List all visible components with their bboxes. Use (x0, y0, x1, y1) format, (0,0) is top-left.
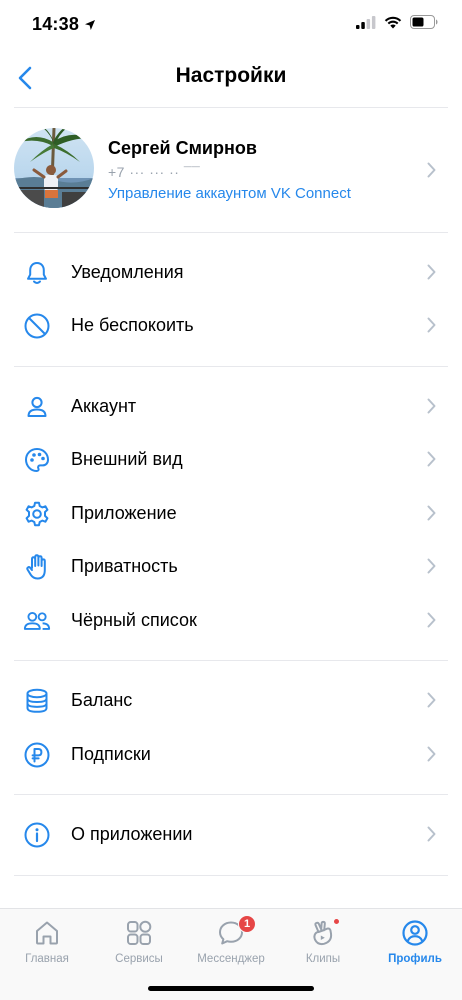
menu-item-blacklist[interactable]: Чёрный список (0, 594, 462, 647)
wifi-icon (384, 16, 402, 28)
clips-icon (277, 919, 369, 949)
chevron-right-icon (427, 558, 436, 574)
profile-circle-icon (369, 919, 461, 949)
chevron-right-icon (427, 317, 436, 333)
info-icon (23, 821, 51, 849)
chevron-right-icon (427, 162, 436, 178)
avatar (14, 128, 94, 208)
services-grid-icon (93, 919, 185, 949)
menu-item-label: Внешний вид (71, 449, 183, 469)
section-divider (14, 660, 448, 661)
users-icon (23, 607, 51, 635)
tab-profile[interactable]: Профиль (369, 915, 461, 971)
tab-label: Главная (25, 953, 69, 965)
status-time-text: 14:38 (32, 14, 80, 34)
tab-label: Мессенджер (197, 953, 265, 965)
menu-item-label: О приложении (71, 824, 193, 844)
tab-messenger[interactable]: 1 Мессенджер (185, 915, 277, 971)
block-icon (23, 312, 51, 340)
coins-stack-icon (23, 687, 51, 715)
ruble-circle-icon (23, 741, 51, 769)
chevron-right-icon (427, 746, 436, 762)
tab-label: Сервисы (115, 953, 163, 965)
menu-item-label: Приватность (71, 556, 178, 576)
chevron-right-icon (427, 264, 436, 280)
menu-item-label: Уведомления (71, 262, 184, 282)
chevron-right-icon (427, 692, 436, 708)
hand-icon (23, 553, 51, 581)
location-arrow-icon (85, 19, 96, 30)
menu-item-about[interactable]: О приложении (0, 808, 462, 861)
tab-home[interactable]: Главная (1, 915, 93, 971)
profile-phone: +7 ··· ··· ·· ¯¯ (108, 164, 201, 180)
menu-item-label: Аккаунт (71, 396, 137, 416)
menu-item-balance[interactable]: Баланс (0, 674, 462, 727)
menu-item-account[interactable]: Аккаунт (0, 380, 462, 433)
menu-item-label: Приложение (71, 503, 177, 523)
menu-item-app[interactable]: Приложение (0, 487, 462, 540)
profile-card[interactable]: Сергей Смирнов +7 ··· ··· ·· ¯¯ Управлен… (0, 108, 462, 232)
home-indicator (148, 986, 314, 991)
menu-item-notifications[interactable]: Уведомления (0, 246, 462, 299)
gear-icon (23, 500, 51, 528)
chevron-right-icon (427, 451, 436, 467)
unread-badge: 1 (238, 915, 256, 933)
chevron-right-icon (427, 398, 436, 414)
tab-services[interactable]: Сервисы (93, 915, 185, 971)
status-indicators (356, 15, 438, 29)
menu-item-subscriptions[interactable]: Подписки (0, 728, 462, 781)
palette-icon (23, 446, 51, 474)
menu-item-label: Баланс (71, 690, 133, 710)
menu-item-do-not-disturb[interactable]: Не беспокоить (0, 299, 462, 352)
vk-connect-link[interactable]: Управление аккаунтом VK Connect (108, 185, 351, 202)
section-divider (14, 366, 448, 367)
tab-clips[interactable]: Клипы (277, 915, 369, 971)
section-divider (14, 875, 448, 876)
nav-bar: Настройки (0, 50, 462, 106)
status-bar: 14:38 (0, 0, 462, 50)
tab-label: Профиль (388, 953, 442, 965)
menu-item-appearance[interactable]: Внешний вид (0, 433, 462, 486)
menu-item-privacy[interactable]: Приватность (0, 540, 462, 593)
chevron-right-icon (427, 826, 436, 842)
user-icon (23, 393, 51, 421)
new-clips-dot (333, 918, 340, 925)
cellular-signal-icon (356, 15, 376, 29)
profile-name: Сергей Смирнов (108, 138, 257, 158)
tab-label: Клипы (305, 953, 341, 965)
message-bubble-icon (185, 919, 277, 949)
status-time: 14:38 (32, 14, 96, 35)
chevron-right-icon (427, 612, 436, 628)
menu-item-label: Не беспокоить (71, 315, 194, 335)
battery-icon (410, 15, 438, 29)
menu-item-label: Подписки (71, 744, 151, 764)
chevron-right-icon (427, 505, 436, 521)
page-title: Настройки (175, 64, 287, 87)
home-icon (1, 919, 93, 949)
menu-item-label: Чёрный список (71, 610, 197, 630)
section-divider (14, 232, 448, 233)
section-divider (14, 794, 448, 795)
bell-icon (23, 259, 51, 287)
